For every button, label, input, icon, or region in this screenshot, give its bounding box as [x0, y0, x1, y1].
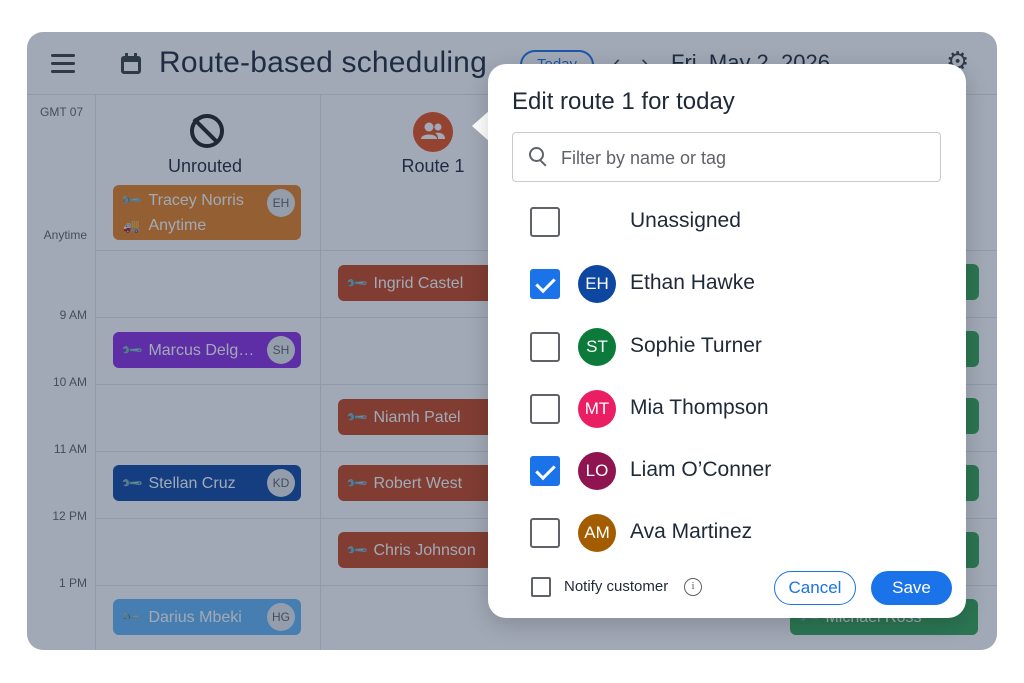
no-route-icon [190, 114, 224, 148]
assignee-badge: SH [267, 336, 295, 364]
dialog-title: Edit route 1 for today [512, 88, 735, 115]
avatar: MT [578, 390, 616, 428]
search-icon [529, 147, 549, 167]
appointment-card-tracey-norris[interactable]: 🔧 Tracey Norris 🚚 Anytime EH [113, 185, 301, 240]
edit-route-dialog: Edit route 1 for today Unassigned EH Eth… [488, 64, 966, 618]
truck-icon: 🚚 [123, 217, 141, 233]
info-icon[interactable]: i [684, 578, 702, 596]
assignee-badge: KD [267, 469, 295, 497]
appointment-card-niamh-patel[interactable]: 🔧 Niamh Patel [338, 399, 498, 435]
appointment-card-marcus[interactable]: 🔧 Marcus Delg… SH [113, 332, 301, 368]
assignee-badge: HG [267, 603, 295, 631]
appointment-card-darius-mbeki[interactable]: 🔧 Darius Mbeki HG [113, 599, 301, 635]
time-label-12pm: 12 PM [52, 509, 87, 523]
avatar: AM [578, 514, 616, 552]
appointment-card-chris-johnson[interactable]: 🔧 Chris Johnson [338, 532, 498, 568]
grid-divider [320, 94, 321, 650]
calendar-icon [121, 53, 141, 75]
wrench-icon: 🔧 [119, 471, 144, 495]
wrench-icon: 🔧 [344, 405, 369, 429]
checkbox[interactable] [530, 207, 560, 237]
time-label-9am: 9 AM [59, 308, 87, 322]
wrench-icon: 🔧 [119, 338, 144, 362]
notify-customer-label: Notify customer [564, 578, 669, 595]
people-icon [413, 112, 453, 152]
checkbox[interactable] [530, 332, 560, 362]
appointment-card-stellan-cruz[interactable]: 🔧 Stellan Cruz KD [113, 465, 301, 501]
hamburger-menu-icon[interactable] [49, 52, 77, 74]
option-mia-thompson[interactable]: MT Mia Thompson [512, 384, 941, 434]
time-label-10am: 10 AM [52, 375, 87, 389]
column-header-unrouted[interactable]: Unrouted [140, 156, 270, 177]
wrench-icon: 🔧 [344, 471, 369, 495]
appointment-card-ingrid-castel[interactable]: 🔧 Ingrid Castel [338, 265, 498, 301]
anytime-row-label: Anytime [43, 228, 87, 242]
option-label: Ethan Hawke [630, 271, 755, 294]
wrench-icon: 🔧 [344, 271, 369, 295]
timezone-label: GMT 07 [40, 105, 84, 119]
option-unassigned[interactable]: Unassigned [512, 197, 941, 247]
option-label: Sophie Turner [630, 334, 762, 357]
notify-customer-checkbox[interactable] [531, 577, 551, 597]
checkbox[interactable] [530, 394, 560, 424]
app-title: Route-based scheduling [159, 46, 487, 79]
checkbox-checked[interactable] [530, 456, 560, 486]
avatar: LO [578, 452, 616, 490]
option-liam-oconner[interactable]: LO Liam O’Conner [512, 446, 941, 496]
filter-search-input[interactable] [561, 145, 921, 171]
option-label: Unassigned [630, 209, 741, 232]
wrench-icon: 🔧 [119, 605, 144, 629]
option-ethan-hawke[interactable]: EH Ethan Hawke [512, 259, 941, 309]
grid-divider [95, 94, 96, 650]
cancel-button[interactable]: Cancel [774, 571, 856, 605]
time-label-11am: 11 AM [53, 442, 87, 456]
option-label: Mia Thompson [630, 396, 769, 419]
avatar: EH [578, 265, 616, 303]
checkbox-checked[interactable] [530, 269, 560, 299]
time-label-1pm: 1 PM [58, 576, 87, 590]
filter-search-box[interactable] [512, 132, 941, 182]
avatar: ST [578, 328, 616, 366]
assignee-badge: EH [267, 189, 295, 217]
option-ava-martinez[interactable]: AM Ava Martinez [512, 508, 941, 558]
option-label: Liam O’Conner [630, 458, 772, 481]
save-button[interactable]: Save [871, 571, 952, 605]
wrench-icon: 🔧 [119, 188, 144, 212]
checkbox[interactable] [530, 518, 560, 548]
appointment-card-robert-west[interactable]: 🔧 Robert West [338, 465, 498, 501]
option-label: Ava Martinez [630, 520, 753, 543]
wrench-icon: 🔧 [344, 538, 369, 562]
option-sophie-turner[interactable]: ST Sophie Turner [512, 322, 941, 372]
column-header-route-1[interactable]: Route 1 [368, 156, 498, 177]
